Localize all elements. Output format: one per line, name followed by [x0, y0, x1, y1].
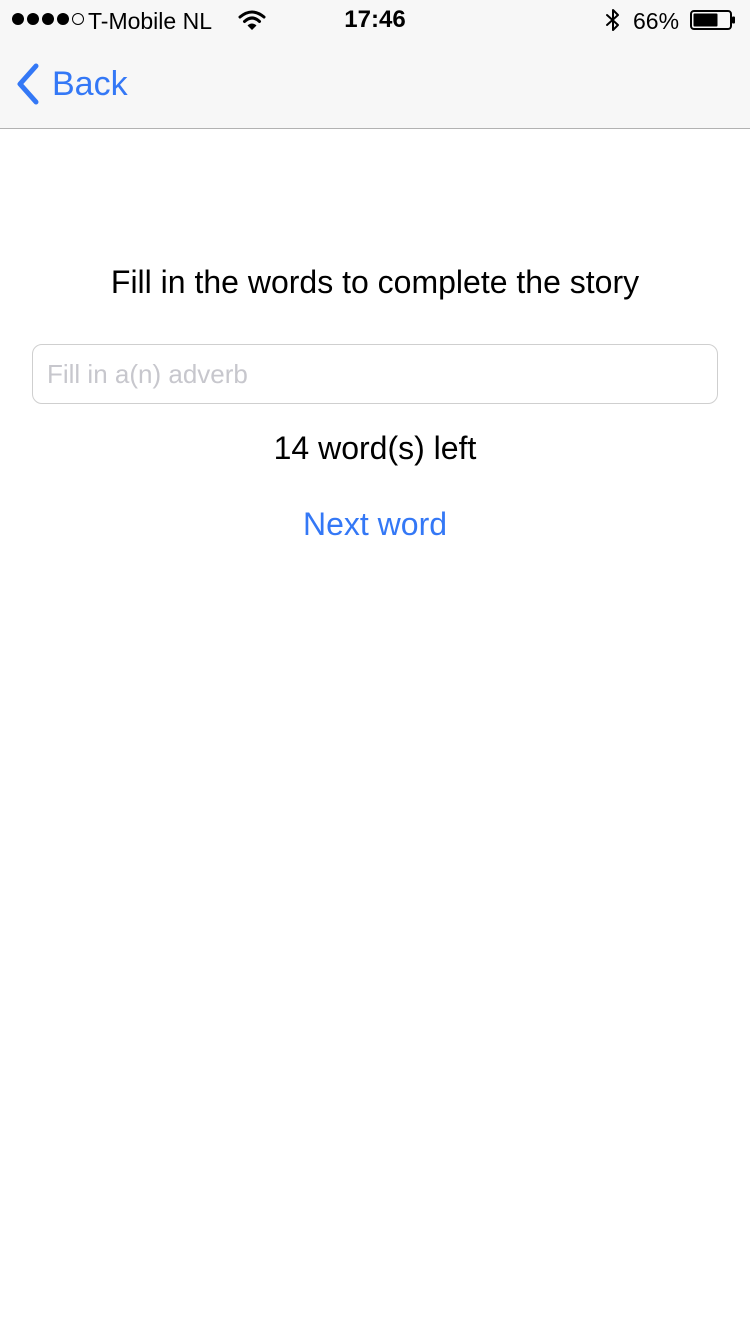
- page-heading: Fill in the words to complete the story: [110, 264, 640, 300]
- battery-percent: 66%: [633, 8, 680, 34]
- back-button[interactable]: Back: [14, 62, 128, 106]
- screen: T-Mobile NL 17:46 66% Back Fill in the w…: [0, 0, 750, 1334]
- status-bar: T-Mobile NL 17:46 66%: [0, 0, 750, 40]
- navigation-bar: Back: [0, 40, 750, 128]
- chevron-left-icon: [17, 63, 39, 105]
- word-input[interactable]: [32, 344, 718, 404]
- top-chrome: T-Mobile NL 17:46 66% Back: [0, 0, 750, 129]
- back-label: Back: [52, 65, 128, 103]
- words-left-count: 14 word(s) left: [273, 430, 477, 466]
- bluetooth-icon: [606, 9, 619, 31]
- next-word-button[interactable]: Next word: [0, 504, 750, 544]
- battery-icon: [690, 10, 735, 30]
